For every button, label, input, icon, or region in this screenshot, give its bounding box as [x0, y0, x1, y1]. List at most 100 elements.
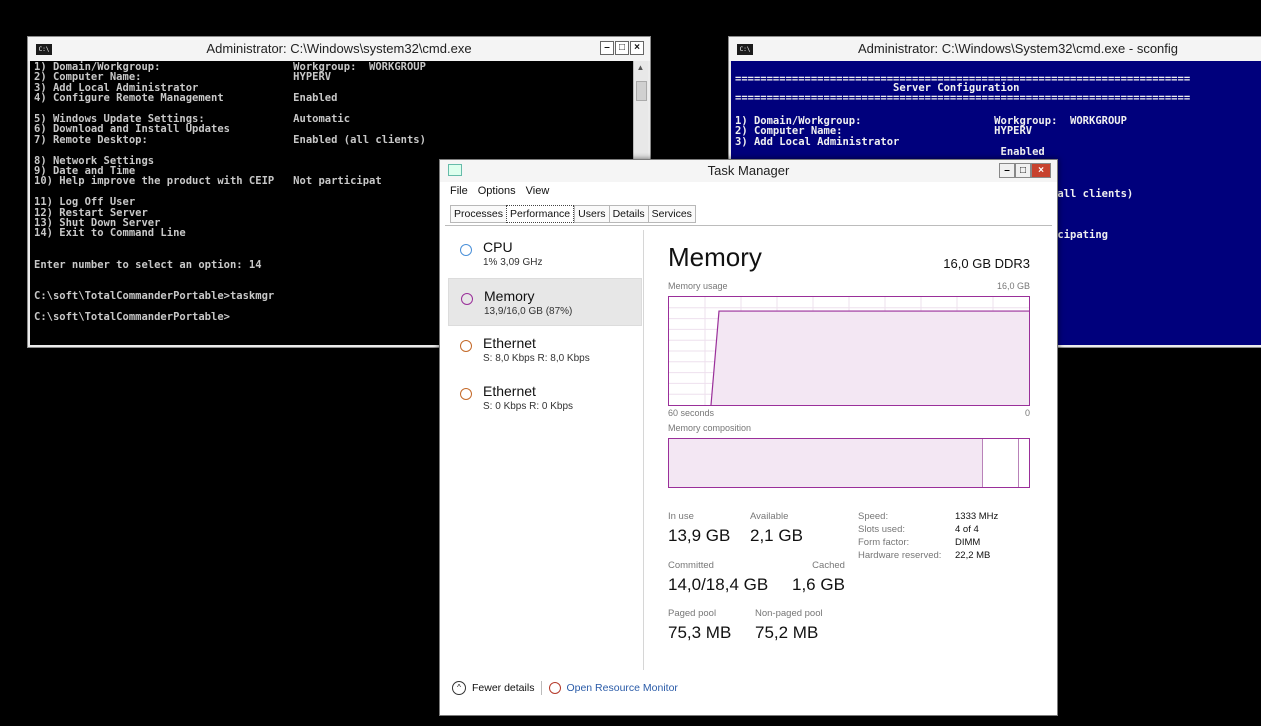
stat-label: Available [750, 511, 789, 522]
console-line: 6) Download and Install Updates [34, 123, 230, 136]
console-rule: ========================================… [735, 92, 1191, 104]
stat-non-paged-pool: Non-paged pool 75,2 MB [755, 608, 823, 643]
composition-in-use-segment [669, 439, 983, 487]
sidebar-item-detail: 13,9/16,0 GB (87%) [484, 306, 573, 317]
window-title: Task Manager [707, 163, 790, 178]
spec-value: 22,2 MB [955, 550, 991, 561]
console-line: C:\soft\TotalCommanderPortable> [34, 310, 230, 323]
cmd-titlebar[interactable]: C:\ Administrator: C:\Windows\system32\c… [28, 37, 650, 61]
memory-composition-bar [668, 438, 1030, 488]
graph-time-right: 0 [1024, 408, 1030, 418]
spec-row: Hardware reserved: 22,2 MB [858, 550, 998, 563]
minimize-button[interactable]: – [999, 163, 1015, 178]
stat-value: 75,3 MB [668, 623, 732, 642]
footer-bar: ^ Fewer details Open Resource Monitor [452, 681, 678, 695]
spec-value: 1333 MHz [955, 511, 999, 522]
tab-details[interactable]: Details [608, 205, 648, 223]
cmd-window-title: Administrator: C:\Windows\System32\cmd.e… [857, 41, 1179, 56]
stat-paged-pool: Paged pool 75,3 MB [668, 608, 731, 643]
spec-label: Slots used: [858, 524, 905, 535]
fewer-details-link[interactable]: Fewer details [472, 682, 534, 694]
sidebar-item-cpu[interactable]: CPU 1% 3,09 GHz [448, 230, 642, 278]
spec-row: Form factor: DIMM [858, 537, 998, 550]
usage-graph-svg [669, 297, 1029, 405]
memory-specs: Speed: 1333 MHz Slots used: 4 of 4 Form fa… [858, 511, 998, 563]
console-line: 2) Computer Name: HYPERV [34, 71, 332, 84]
menu-bar: File Options View [450, 185, 549, 197]
panel-title: Memory [668, 242, 762, 272]
spec-label: Hardware reserved: [858, 550, 942, 561]
stat-label: Cached [812, 560, 845, 571]
sidebar-item-detail: 1% 3,09 GHz [483, 257, 543, 268]
ethernet-circle-icon [460, 388, 472, 400]
close-button[interactable]: × [630, 41, 644, 55]
maximize-button[interactable]: □ [615, 41, 629, 55]
performance-sidebar: CPU 1% 3,09 GHz Memory 13,9/16,0 GB (87%… [448, 230, 642, 422]
usage-area [711, 311, 1029, 405]
cmd-app-icon: C:\ [737, 44, 753, 55]
spec-row: Speed: 1333 MHz [858, 511, 998, 524]
stat-committed: Committed 14,0/18,4 GB [668, 560, 768, 595]
menu-view[interactable]: View [526, 185, 550, 197]
scroll-up-arrow-icon[interactable]: ▲ [635, 63, 646, 75]
maximize-button[interactable]: □ [1015, 163, 1031, 178]
open-resource-monitor-link[interactable]: Open Resource Monitor [566, 682, 677, 694]
graph-time-left: 60 seconds [668, 408, 715, 418]
sidebar-item-label: Ethernet [483, 383, 536, 399]
sidebar-item-detail: S: 8,0 Kbps R: 8,0 Kbps [483, 353, 590, 364]
console-line: 4) Configure Remote Management Enabled [34, 92, 338, 105]
sidebar-item-ethernet[interactable]: Ethernet S: 8,0 Kbps R: 8,0 Kbps [448, 326, 642, 374]
stat-value: 2,1 GB [750, 526, 803, 545]
stat-value: 14,0/18,4 GB [668, 575, 769, 594]
sidebar-item-memory[interactable]: Memory 13,9/16,0 GB (87%) [448, 278, 642, 326]
stat-label: Committed [668, 560, 714, 571]
console-line: 14) Exit to Command Line [34, 227, 186, 240]
composition-modified-segment [1018, 439, 1019, 487]
stat-label: In use [668, 511, 694, 522]
close-button[interactable]: × [1031, 163, 1051, 178]
cpu-circle-icon [460, 244, 472, 256]
cmd-titlebar[interactable]: C:\ Administrator: C:\Windows\System32\c… [729, 37, 1261, 61]
memory-type: 16,0 GB DDR3 [943, 256, 1030, 271]
resource-monitor-icon [549, 682, 562, 694]
console-line: Enter number to select an option: 14 [34, 258, 262, 271]
console-line: 10) Help improve the product with CEIP N… [34, 175, 382, 188]
sidebar-item-label: Ethernet [483, 335, 536, 351]
tab-users[interactable]: Users [574, 205, 609, 223]
memory-usage-graph [668, 296, 1030, 406]
spec-value: 4 of 4 [955, 524, 979, 535]
stat-value: 75,2 MB [755, 623, 819, 642]
sidebar-item-detail: S: 0 Kbps R: 0 Kbps [483, 401, 574, 412]
minimize-button[interactable]: – [600, 41, 614, 55]
memory-circle-icon [461, 293, 473, 305]
console-line: 11) Log Off User [34, 196, 136, 209]
task-manager-titlebar[interactable]: Task Manager – □ × [440, 160, 1057, 182]
usage-graph-max: 16,0 GB [996, 281, 1030, 291]
sidebar-item-ethernet[interactable]: Ethernet S: 0 Kbps R: 0 Kbps [448, 374, 642, 422]
tab-services[interactable]: Services [647, 205, 696, 223]
console-line: 2) Computer Name: HYPERV [735, 125, 1033, 138]
spec-value: DIMM [955, 537, 981, 548]
stat-label: Paged pool [668, 608, 717, 619]
ethernet-circle-icon [460, 340, 472, 352]
stat-in-use: In use 13,9 GB [668, 511, 730, 546]
composition-label: Memory composition [668, 423, 752, 433]
footer-divider [541, 681, 543, 695]
tab-processes[interactable]: Processes [450, 205, 507, 223]
spec-label: Form factor: [858, 537, 910, 548]
task-manager-window[interactable]: Task Manager – □ × File Options View Pro… [439, 159, 1058, 716]
spec-label: Speed: [858, 511, 889, 522]
stat-value: 13,9 GB [668, 526, 731, 545]
cmd-window-title: Administrator: C:\Windows\system32\cmd.e… [206, 41, 472, 56]
chevron-up-icon[interactable]: ^ [452, 681, 466, 695]
menu-options[interactable]: Options [478, 185, 516, 197]
tab-performance[interactable]: Performance [506, 205, 575, 223]
sidebar-divider [643, 230, 644, 670]
menu-file[interactable]: File [450, 185, 468, 197]
tab-strip: Processes Performance Users Details Serv… [450, 205, 696, 223]
stat-label: Non-paged pool [755, 608, 823, 619]
usage-graph-label: Memory usage [668, 281, 728, 291]
scroll-thumb[interactable] [636, 81, 647, 101]
spec-row: Slots used: 4 of 4 [858, 524, 998, 537]
sidebar-item-label: CPU [483, 239, 513, 255]
